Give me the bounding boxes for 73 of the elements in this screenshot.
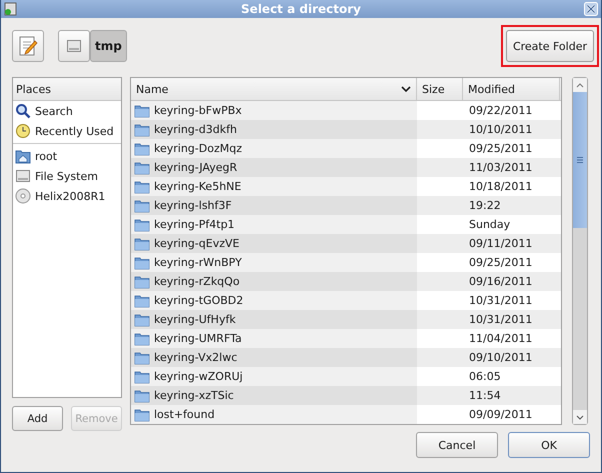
place-item[interactable]: Helix2008R1 <box>35 190 106 202</box>
ok-button[interactable]: OK <box>508 432 590 458</box>
modified-date: Sunday <box>469 218 510 231</box>
edit-location-button[interactable] <box>12 30 44 62</box>
folder-icon <box>134 294 150 308</box>
search-icon <box>15 103 31 119</box>
modified-date: 11/03/2011 <box>469 161 532 174</box>
arrow-down-icon <box>576 414 584 420</box>
cancel-button[interactable]: Cancel <box>416 432 498 458</box>
modified-date: 09/11/2011 <box>469 237 532 250</box>
folder-name[interactable]: keyring-lshf3F <box>154 199 232 212</box>
drive-path-button[interactable] <box>58 30 90 62</box>
modified-date: 10/31/2011 <box>469 294 532 307</box>
folder-icon <box>134 256 150 270</box>
modified-date: 09/10/2011 <box>469 351 532 364</box>
modified-date: 19:22 <box>469 199 501 212</box>
folder-name[interactable]: keyring-d3dkfh <box>154 123 237 136</box>
create-folder-button[interactable]: Create Folder <box>506 30 594 62</box>
modified-date: 09/25/2011 <box>469 142 532 155</box>
place-item[interactable]: File System <box>35 170 98 182</box>
modified-date: 10/18/2011 <box>469 180 532 193</box>
folder-name[interactable]: keyring-Pf4tp1 <box>154 218 235 231</box>
modified-date: 09/16/2011 <box>469 275 532 288</box>
add-button[interactable]: Add <box>12 406 63 431</box>
place-item[interactable]: Search <box>35 104 73 118</box>
folder-icon <box>134 160 150 174</box>
modified-date: 11:54 <box>469 389 501 402</box>
column-header[interactable]: Modified <box>463 78 560 100</box>
folder-icon <box>134 236 150 250</box>
modified-date: 10/10/2011 <box>469 123 532 136</box>
folder-icon <box>134 274 150 288</box>
place-item[interactable]: Recently Used <box>35 124 114 138</box>
folder-icon <box>134 198 150 212</box>
folder-icon <box>134 350 150 364</box>
folder-icon <box>134 332 150 346</box>
chevron-down-icon <box>401 86 411 92</box>
disc-icon <box>15 188 31 204</box>
folder-icon <box>134 408 150 422</box>
folder-icon <box>134 142 150 156</box>
modified-date: 09/25/2011 <box>469 256 532 269</box>
folder-name[interactable]: keyring-xzTSic <box>154 389 234 402</box>
drive-icon <box>66 38 82 54</box>
arrow-up-icon <box>576 82 584 88</box>
window-icon <box>4 2 18 16</box>
folder-name[interactable]: keyring-UfHyfk <box>154 313 236 326</box>
folder-icon <box>134 388 150 402</box>
scrollbar[interactable] <box>572 77 588 425</box>
folder-icon <box>134 370 150 384</box>
drive-icon <box>15 168 31 184</box>
clock-icon <box>15 123 31 139</box>
pencil-notepad-icon <box>18 35 38 57</box>
folder-name[interactable]: keyring-JAyegR <box>154 161 238 174</box>
window-title: Select a directory <box>240 2 362 16</box>
folder-icon <box>134 312 150 326</box>
places-header: Places <box>13 78 121 101</box>
folder-icon <box>134 180 150 194</box>
place-item[interactable]: root <box>35 150 58 162</box>
home-folder-icon <box>15 148 31 164</box>
grip-icon <box>577 157 583 163</box>
path-button[interactable]: tmp <box>90 30 127 62</box>
folder-icon <box>134 218 150 232</box>
modified-date: 09/22/2011 <box>469 104 532 117</box>
folder-name[interactable]: lost+found <box>154 408 215 421</box>
modified-date: 09/09/2011 <box>469 408 532 421</box>
column-header[interactable]: Name <box>131 78 417 100</box>
column-header[interactable]: Size <box>417 78 463 100</box>
modified-date: 11/04/2011 <box>469 332 532 345</box>
modified-date: 06:05 <box>469 370 501 383</box>
folder-icon <box>134 104 150 118</box>
folder-icon <box>134 122 150 136</box>
close-icon[interactable] <box>584 2 598 16</box>
folder-name[interactable]: keyring-Vx2lwc <box>154 351 238 364</box>
modified-date: 10/31/2011 <box>469 313 532 326</box>
